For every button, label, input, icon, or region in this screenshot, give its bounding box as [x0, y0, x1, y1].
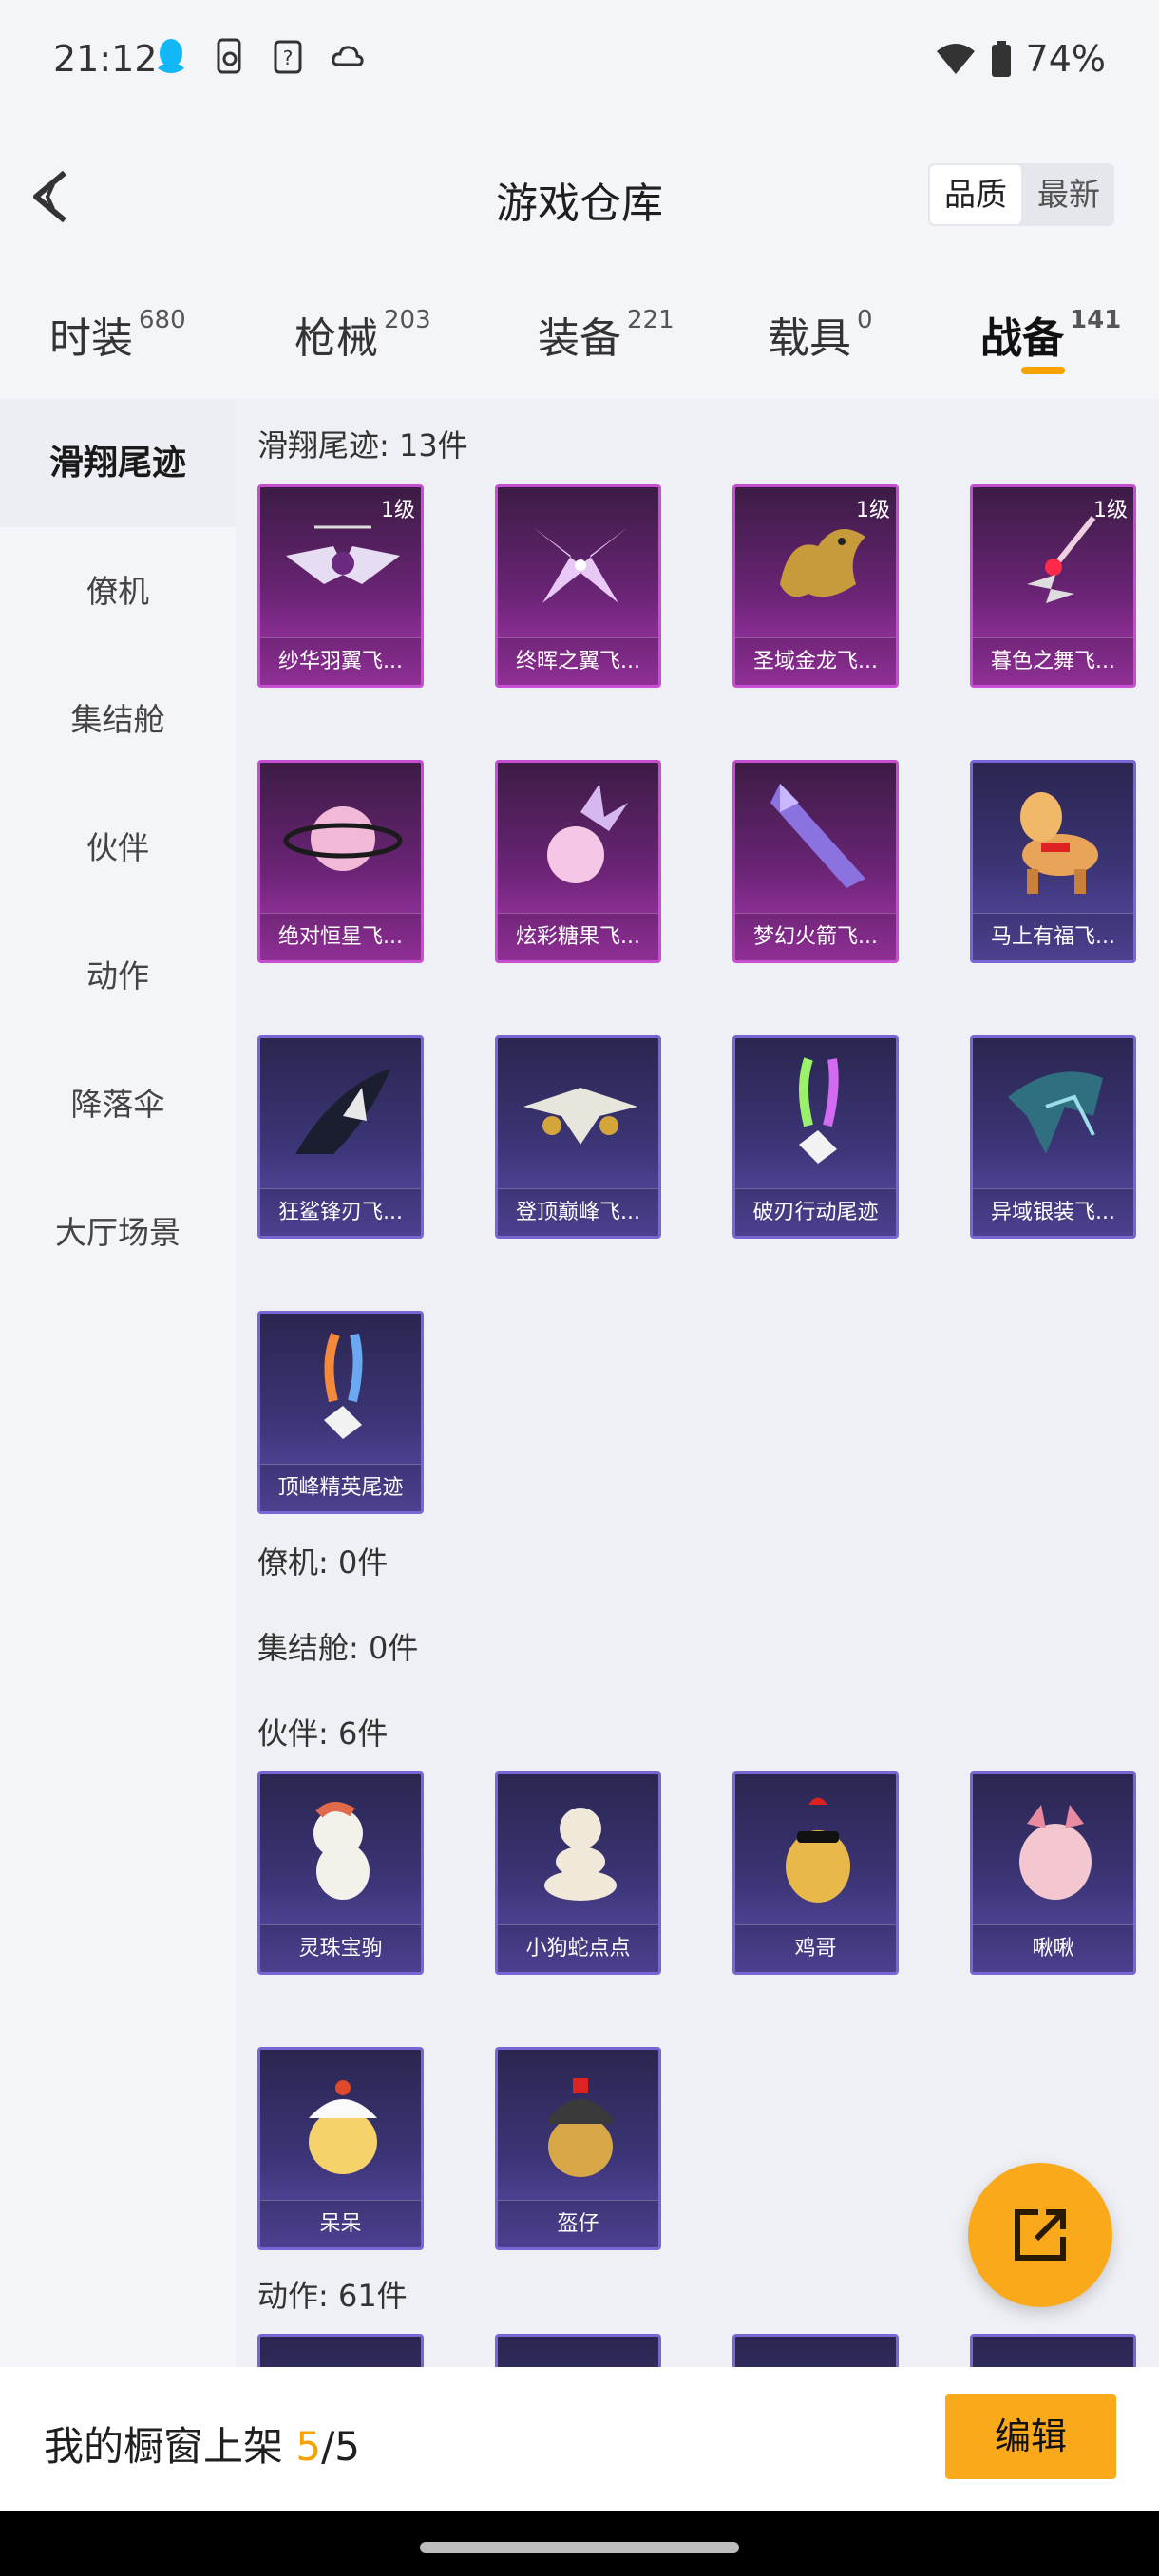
status-bar: 21:12 ? 74%: [0, 0, 1159, 118]
wifi-icon: [936, 44, 975, 74]
crystal-wing-icon: [533, 527, 628, 603]
item-card[interactable]: 1级 暮色之舞飞...: [970, 484, 1136, 688]
item-card[interactable]: 马上有福飞...: [970, 760, 1136, 963]
rocket-icon: [770, 784, 865, 888]
sidebar-item-partner[interactable]: 伙伴: [0, 784, 236, 912]
active-tab-indicator: [1021, 367, 1065, 374]
inventory-content: 滑翔尾迹: 13件 1级 纱华羽翼飞... 终晖之翼飞... 1级 圣域金龙飞.…: [236, 399, 1159, 2367]
home-handle[interactable]: [420, 2542, 739, 2553]
item-card[interactable]: 顶峰精英尾迹: [257, 1311, 424, 1514]
status-right: 74%: [935, 38, 1106, 80]
jet-glider-icon: [523, 1088, 637, 1145]
sort-toggle: 品质 最新: [928, 163, 1114, 226]
sidebar: 滑翔尾迹 僚机 集结舱 伙伴 动作 降落伞 大厅场景: [0, 399, 236, 2367]
sidebar-item-emote[interactable]: 动作: [0, 912, 236, 1040]
pink-bird-pet-icon: [1019, 1805, 1092, 1900]
dragon-horse-pet-icon: [314, 1802, 370, 1900]
planet-icon: [283, 806, 403, 871]
chick-pet-icon: [309, 2080, 377, 2174]
item-card[interactable]: 炫彩糖果飞...: [495, 760, 661, 963]
item-card[interactable]: 灵珠宝驹: [257, 1771, 424, 1975]
section-title-emote: 动作: 61件: [257, 2278, 408, 2314]
app-header: 游戏仓库 品质 最新: [0, 118, 1159, 275]
system-nav-bar: [0, 2511, 1159, 2576]
help-icon: ?: [274, 40, 302, 74]
sidebar-item-pod[interactable]: 集结舱: [0, 655, 236, 784]
tab-battle-gear[interactable]: 战备 141: [980, 304, 1121, 365]
candy-icon: [547, 784, 628, 883]
snake-pet-icon: [544, 1808, 617, 1901]
item-card[interactable]: [970, 2334, 1136, 2367]
sidebar-item-wingman[interactable]: 僚机: [0, 527, 236, 655]
trail-smoke-icon: [799, 1057, 839, 1164]
phone-sync-icon: [217, 38, 241, 74]
section-title-wingman: 僚机: 0件: [257, 1544, 389, 1581]
notification-icons: ?: [152, 36, 367, 78]
item-card[interactable]: 小狗蛇点点: [495, 1771, 661, 1975]
item-card[interactable]: 1级 纱华羽翼飞...: [257, 484, 424, 688]
share-button[interactable]: [968, 2163, 1112, 2307]
status-time: 21:12: [53, 38, 158, 80]
section-title-partner: 伙伴: 6件: [257, 1715, 389, 1752]
item-card[interactable]: 狂鲨锋刃飞...: [257, 1035, 424, 1239]
item-card[interactable]: 绝对恒星飞...: [257, 760, 424, 963]
helmet-pet-icon: [548, 2078, 613, 2177]
showcase-status: 我的橱窗上架 5/5: [44, 2423, 360, 2470]
sidebar-item-glide-trail[interactable]: 滑翔尾迹: [0, 399, 236, 527]
item-card[interactable]: [257, 2334, 424, 2367]
shark-icon: [295, 1069, 390, 1154]
trail-smoke-icon: [324, 1333, 363, 1439]
sidebar-item-lobby-scene[interactable]: 大厅场景: [0, 1168, 236, 1297]
item-card[interactable]: [732, 2334, 899, 2367]
battery-icon: [991, 41, 1011, 77]
chicken-pet-icon: [786, 1797, 850, 1903]
sort-quality-button[interactable]: 品质: [930, 165, 1021, 224]
sidebar-item-parachute[interactable]: 降落伞: [0, 1040, 236, 1168]
item-card[interactable]: 鸡哥: [732, 1771, 899, 1975]
horse-toy-icon: [1020, 792, 1098, 894]
item-card[interactable]: 啾啾: [970, 1771, 1136, 1975]
showcase-bar: 我的橱窗上架 5/5 编辑: [0, 2367, 1159, 2511]
cloud-icon: [332, 46, 364, 66]
item-card[interactable]: 异域银装飞...: [970, 1035, 1136, 1239]
silver-wing-icon: [1008, 1071, 1103, 1154]
item-card[interactable]: 登顶巅峰飞...: [495, 1035, 661, 1239]
section-title-glide: 滑翔尾迹: 13件: [257, 427, 468, 464]
share-icon: [1015, 2209, 1066, 2261]
category-tabs: 时装 680 枪械 203 装备 221 载具 0 战备 141: [0, 275, 1159, 399]
item-card[interactable]: 梦幻火箭飞...: [732, 760, 899, 963]
item-card[interactable]: 终晖之翼飞...: [495, 484, 661, 688]
item-card[interactable]: 破刃行动尾迹: [732, 1035, 899, 1239]
item-card[interactable]: 1级 圣域金龙飞...: [732, 484, 899, 688]
tab-fashion[interactable]: 时装 680: [49, 304, 186, 365]
item-card[interactable]: [495, 2334, 661, 2367]
tab-guns[interactable]: 枪械 203: [294, 304, 431, 365]
battery-percent: 74%: [1025, 38, 1106, 80]
svg-text:?: ?: [283, 47, 294, 69]
tab-vehicles[interactable]: 载具 0: [768, 304, 873, 365]
tab-equipment[interactable]: 装备 221: [538, 304, 674, 365]
section-title-pod: 集结舱: 0件: [257, 1630, 419, 1666]
qq-icon: [158, 39, 184, 73]
item-card[interactable]: 呆呆: [257, 2047, 424, 2250]
item-card[interactable]: 盔仔: [495, 2047, 661, 2250]
sort-latest-button[interactable]: 最新: [1023, 163, 1114, 226]
edit-button[interactable]: 编辑: [945, 2394, 1116, 2479]
